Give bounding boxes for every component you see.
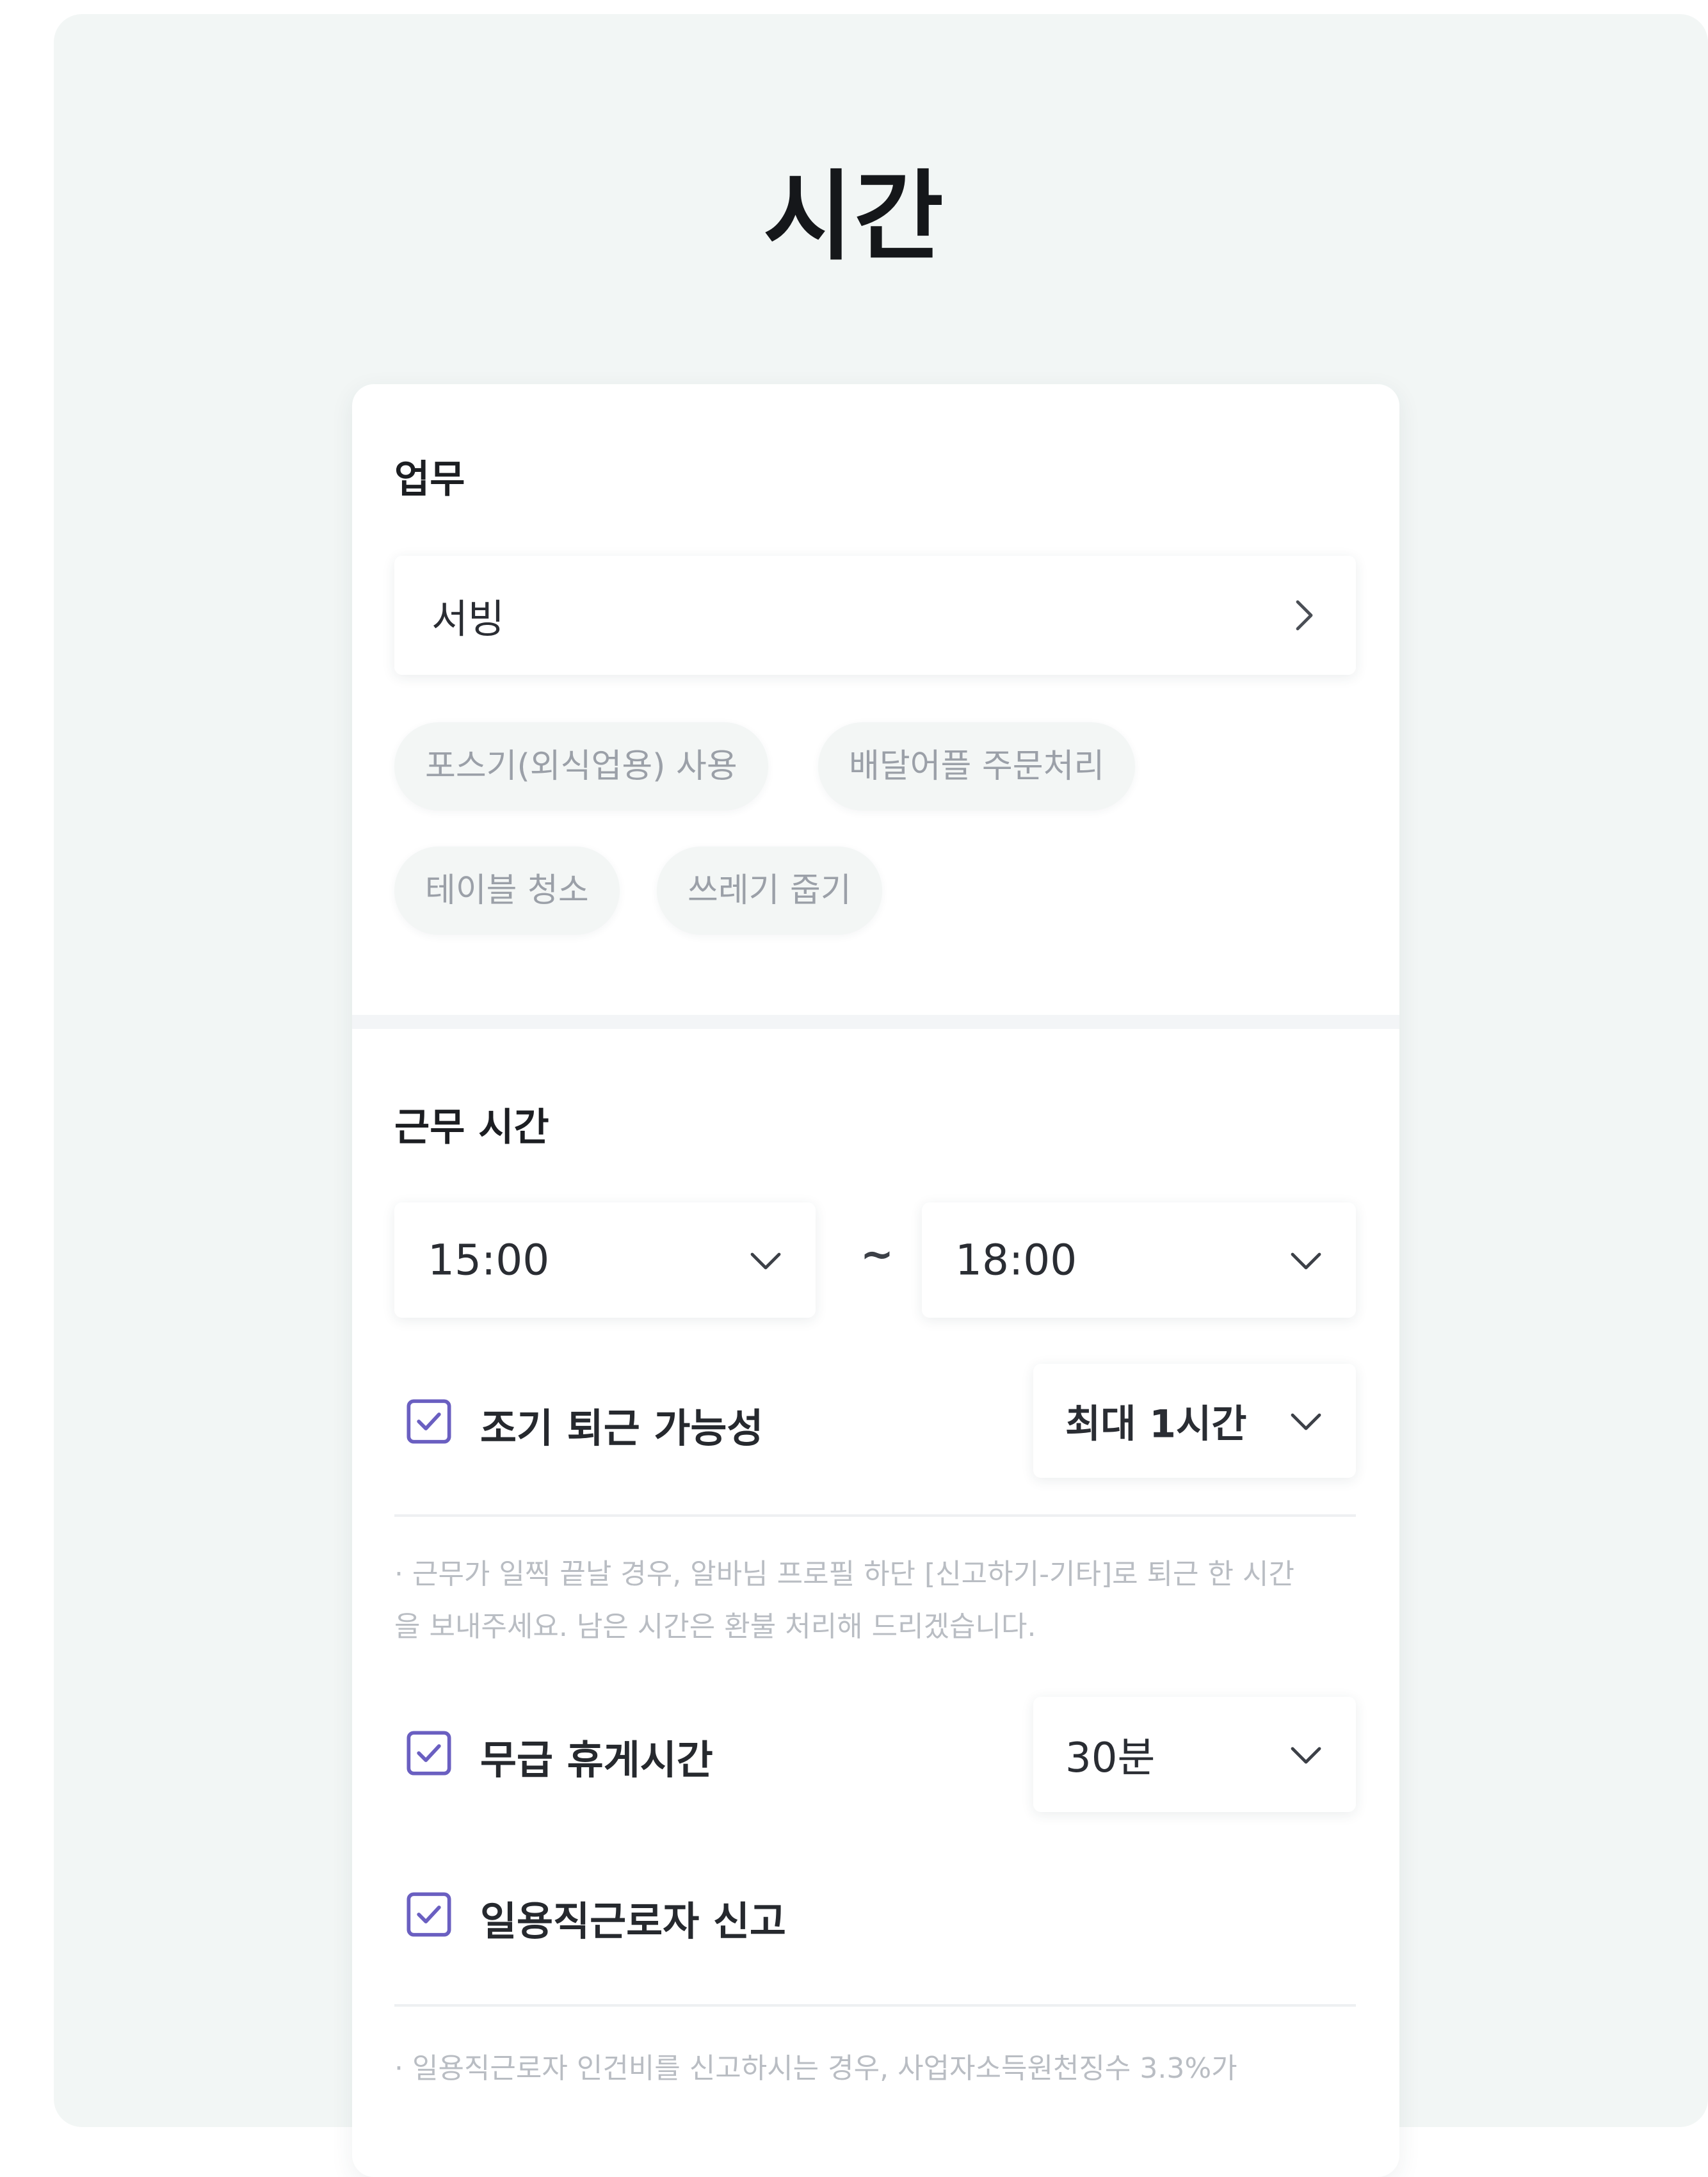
task-chip-trash[interactable]: 쓰레기 줍기 xyxy=(657,846,882,935)
page-title: 시간 xyxy=(763,160,945,273)
daily-worker-label: 일용직근로자 신고 xyxy=(480,1898,786,1945)
end-time-value: 18:00 xyxy=(955,1235,1077,1285)
end-time-select[interactable]: 18:00 xyxy=(922,1202,1356,1318)
chevron-down-icon xyxy=(1291,1252,1321,1270)
task-chip-pos[interactable]: 포스기(외식업용) 사용 xyxy=(394,722,768,811)
start-time-value: 15:00 xyxy=(428,1235,550,1285)
unpaid-break-checkbox-icon[interactable] xyxy=(405,1729,453,1777)
task-chip-table-cleaning[interactable]: 테이블 청소 xyxy=(394,846,620,935)
early-leave-select[interactable]: 최대 1시간 xyxy=(1033,1364,1356,1478)
early-leave-option: 최대 1시간 xyxy=(1065,1402,1247,1447)
early-leave-note: · 근무가 일찍 끝날 경우, 알바님 프로필 하단 [신고하기-기타]로 퇴근… xyxy=(394,1558,1294,1643)
section-divider xyxy=(352,1015,1399,1029)
task-chip-delivery[interactable]: 배달어플 주문처리 xyxy=(818,722,1136,811)
schedule-card: 업무 서빙 포스기(외식업용) 사용 배달어플 주문처리 테이블 청소 쓰레기 … xyxy=(352,384,1399,2177)
work-section-label: 업무 xyxy=(394,457,465,502)
daily-worker-checkbox-icon[interactable] xyxy=(405,1890,453,1939)
task-select-row[interactable]: 서빙 xyxy=(394,556,1356,675)
start-time-select[interactable]: 15:00 xyxy=(394,1202,816,1318)
unpaid-break-option: 30분 xyxy=(1065,1735,1156,1782)
unpaid-break-label: 무급 휴게시간 xyxy=(480,1736,713,1783)
work-time-section-label: 근무 시간 xyxy=(394,1105,549,1150)
selected-task: 서빙 xyxy=(431,595,505,642)
chevron-right-icon xyxy=(1296,600,1313,631)
divider-line xyxy=(394,1514,1356,1517)
daily-worker-note: · 일용직근로자 인건비를 신고하시는 경우, 사업자소득원천징수 3.3%가 xyxy=(394,2052,1237,2085)
chevron-down-icon xyxy=(1291,1413,1321,1430)
chevron-down-icon xyxy=(1291,1747,1321,1764)
divider-line xyxy=(394,2004,1356,2007)
early-leave-checkbox-icon[interactable] xyxy=(405,1397,453,1446)
unpaid-break-select[interactable]: 30분 xyxy=(1033,1697,1356,1812)
chevron-down-icon xyxy=(750,1252,781,1270)
early-leave-label: 조기 퇴근 가능성 xyxy=(480,1405,764,1452)
time-range-separator: ~ xyxy=(860,1231,894,1277)
